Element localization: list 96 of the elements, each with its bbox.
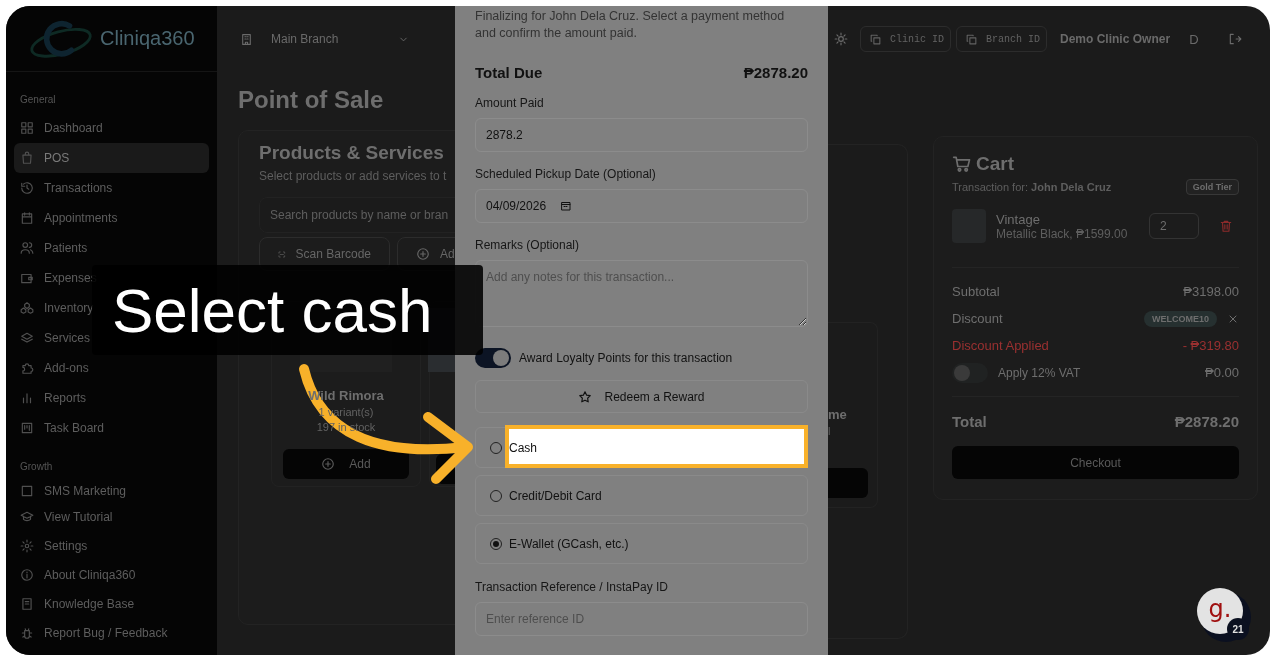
discount-applied-label: Discount Applied: [952, 338, 1049, 353]
board-icon: [20, 421, 34, 435]
grid-icon: [20, 121, 34, 135]
payment-option[interactable]: Cash: [475, 427, 808, 468]
tier-badge: Gold Tier: [1185, 179, 1239, 195]
vat-value: ₱0.00: [1205, 365, 1239, 380]
user-name: Demo Clinic Owner: [1060, 32, 1171, 46]
info-icon: [20, 567, 34, 582]
option-label: E-Wallet (GCash, etc.): [509, 536, 629, 551]
total-value: ₱2878.20: [1174, 413, 1239, 430]
graduation-cap-icon: [20, 509, 34, 524]
subtotal-value: ₱3198.00: [1183, 284, 1239, 299]
toggle-label: Award Loyalty Points for this transaction: [519, 351, 733, 365]
amount-field[interactable]: 2878.2: [475, 118, 808, 152]
branch-select[interactable]: Main Branch: [271, 32, 410, 46]
dialog-description: Finalizing for John Dela Cruz. Select a payment method and confirm the amount paid.: [475, 8, 786, 42]
payment-option[interactable]: Credit/Debit Card: [475, 475, 808, 516]
subtotal-label: Subtotal: [952, 284, 1000, 299]
bug-icon: [20, 625, 34, 640]
nav-item[interactable]: Knowledge Base: [14, 589, 141, 618]
plus-circle-icon: [416, 247, 430, 261]
product-stock: 197 in stock: [316, 421, 376, 433]
nav-item[interactable]: View Tutorial: [14, 502, 119, 531]
nav-item[interactable]: Report Bug / Feedback: [14, 618, 174, 647]
search-field[interactable]: Search products by name or bran: [259, 197, 455, 233]
copy-icon: [869, 32, 882, 46]
nav-item[interactable]: Settings: [14, 531, 94, 560]
nav-item[interactable]: Transactions: [14, 173, 119, 203]
history-icon: [20, 181, 34, 195]
total-due-label: Total Due: [475, 64, 543, 81]
nav-item[interactable]: Services: [14, 323, 96, 353]
field-label: Amount Paid: [475, 96, 545, 110]
sun-icon[interactable]: [834, 32, 848, 46]
boxes-icon: [20, 301, 34, 315]
calendar-icon: [20, 211, 34, 225]
total-label: Total: [952, 413, 987, 430]
add-button[interactable]: Add: [283, 449, 409, 479]
date-field[interactable]: 04/09/2026: [475, 189, 808, 223]
nav-group-title: General: [19, 93, 57, 107]
puzzle-icon: [20, 361, 34, 375]
panel-title: Products & Services: [259, 142, 445, 164]
nav-item[interactable]: Task Board: [14, 413, 111, 443]
discount-label: Discount: [952, 311, 1003, 326]
nav-item[interactable]: Inventory: [14, 293, 100, 323]
total-due-value: ₱2878.20: [743, 64, 808, 81]
checkout-button[interactable]: Checkout: [952, 446, 1239, 479]
nav-item[interactable]: POS: [14, 143, 209, 173]
bars-icon: [20, 391, 34, 405]
field-label: Scheduled Pickup Date (Optional): [475, 167, 657, 181]
option-label: Cash: [509, 440, 537, 455]
plus-circle-icon: [321, 457, 336, 471]
option-label: Credit/Debit Card: [509, 488, 602, 503]
settings-icon: [20, 538, 34, 553]
building-icon: [240, 32, 253, 46]
avatar[interactable]: D: [1182, 27, 1207, 51]
discount-applied-value: - ₱319.80: [1182, 338, 1239, 353]
discount-code-badge: WELCOME10: [1144, 310, 1217, 327]
nav-item[interactable]: Reports: [14, 383, 93, 413]
item-name: Vintage: [996, 211, 1041, 227]
wallet-icon: [20, 271, 34, 285]
copy-id-button[interactable]: Clinic ID: [860, 26, 951, 52]
redeem-button[interactable]: Redeem a Reward: [475, 380, 808, 413]
nav-item[interactable]: Appointments: [14, 203, 124, 233]
calendar-icon: [560, 200, 573, 212]
nav-item[interactable]: Expenses: [14, 263, 103, 293]
customer-line: Transaction for: John Dela Cruz: [952, 181, 1112, 193]
vat-toggle[interactable]: [952, 362, 988, 383]
field-label: Transaction Reference / InstaPay ID: [475, 580, 669, 594]
panel-subtitle: Select products or add services to t: [259, 169, 448, 183]
nav-item[interactable]: Patients: [14, 233, 94, 263]
copy-id-button[interactable]: Branch ID: [956, 26, 1048, 52]
layers-icon: [20, 331, 34, 345]
nav-item[interactable]: Add-ons: [14, 353, 95, 383]
nav-group-title: Growth: [19, 460, 54, 474]
square-icon: [20, 484, 34, 498]
quantity-field[interactable]: 2: [1149, 213, 1199, 239]
nav-item[interactable]: Dashboard: [14, 113, 109, 143]
logo-text: Cliniqa360: [100, 27, 195, 50]
nav-item[interactable]: SMS Marketing: [14, 480, 133, 502]
product-name: me: [828, 407, 848, 422]
loyalty-toggle[interactable]: [475, 348, 511, 368]
toggle-label: Apply 12% VAT: [998, 365, 1081, 380]
field-label: Remarks (Optional): [475, 238, 581, 252]
nav-item[interactable]: About Cliniqa360: [14, 560, 142, 589]
book-icon: [20, 596, 34, 611]
logout-icon[interactable]: [1228, 32, 1243, 46]
cart-title: Cart: [976, 153, 1014, 175]
trash-icon[interactable]: [1219, 219, 1233, 233]
star-icon: [578, 389, 593, 404]
bag-icon: [20, 151, 34, 165]
payment-option[interactable]: E-Wallet (GCash, etc.): [475, 523, 808, 564]
item-detail: Metallic Black, ₱1599.00: [996, 226, 1129, 241]
people-icon: [20, 241, 34, 255]
page-title: Point of Sale: [238, 86, 385, 114]
copy-icon: [965, 32, 978, 46]
cart-icon: [952, 154, 972, 174]
